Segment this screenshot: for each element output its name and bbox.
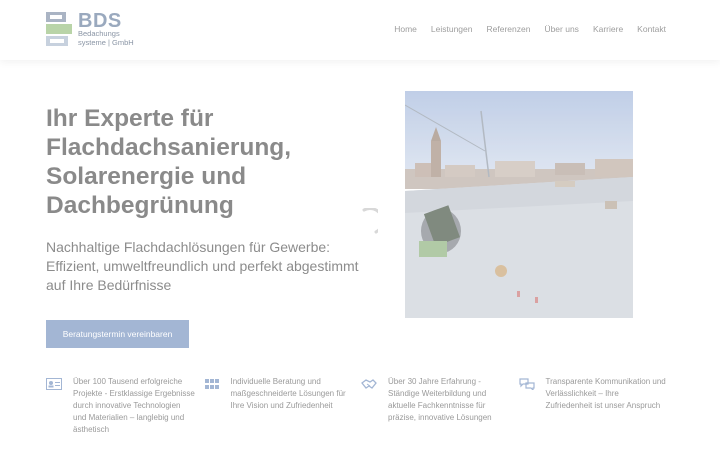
feature-item: Über 30 Jahre Erfahrung - Ständige Weite…	[361, 376, 519, 436]
feature-item: Über 100 Tausend erfolgreiche Projekte -…	[46, 376, 204, 436]
id-card-icon	[46, 378, 62, 390]
feature-text: Transparente Kommunikation und Verlässli…	[545, 377, 666, 410]
nav-kontakt[interactable]: Kontakt	[637, 24, 666, 34]
feature-item: Transparente Kommunikation und Verlässli…	[518, 376, 677, 436]
hero-subtitle: Nachhaltige Flachdachlösungen für Gewerb…	[46, 239, 359, 293]
main-nav: Home Leistungen Referenzen Über uns Karr…	[394, 24, 666, 34]
nav-leistungen[interactable]: Leistungen	[431, 24, 473, 34]
feature-text: Über 100 Tausend erfolgreiche Projekte -…	[73, 377, 195, 434]
grid-icon	[204, 379, 219, 389]
feature-text: Über 30 Jahre Erfahrung - Ständige Weite…	[388, 377, 492, 422]
consultation-button[interactable]: Beratungstermin vereinbaren	[46, 320, 189, 348]
nav-home[interactable]: Home	[394, 24, 417, 34]
logo-subtitle: Bedachungs systeme | GmbH	[78, 29, 134, 47]
chat-bubbles-icon	[518, 378, 535, 390]
loading-spinner-icon	[362, 208, 378, 234]
nav-ueber-uns[interactable]: Über uns	[544, 24, 579, 34]
site-header: BDS Bedachungs systeme | GmbH Home Leist…	[0, 0, 720, 60]
hero-roof-photo	[405, 91, 633, 318]
feature-text: Individuelle Beratung und maßgeschneider…	[230, 377, 346, 410]
feature-item: Individuelle Beratung und maßgeschneider…	[204, 376, 362, 436]
features-row: Über 100 Tausend erfolgreiche Projekte -…	[46, 376, 676, 436]
nav-referenzen[interactable]: Referenzen	[486, 24, 530, 34]
hero-title: Ihr Experte für Flachdachsanierung, Sola…	[46, 105, 292, 219]
company-logo[interactable]: BDS Bedachungs systeme | GmbH	[46, 10, 146, 48]
nav-karriere[interactable]: Karriere	[593, 24, 623, 34]
logo-mark-icon	[46, 12, 72, 46]
handshake-icon	[361, 379, 377, 389]
